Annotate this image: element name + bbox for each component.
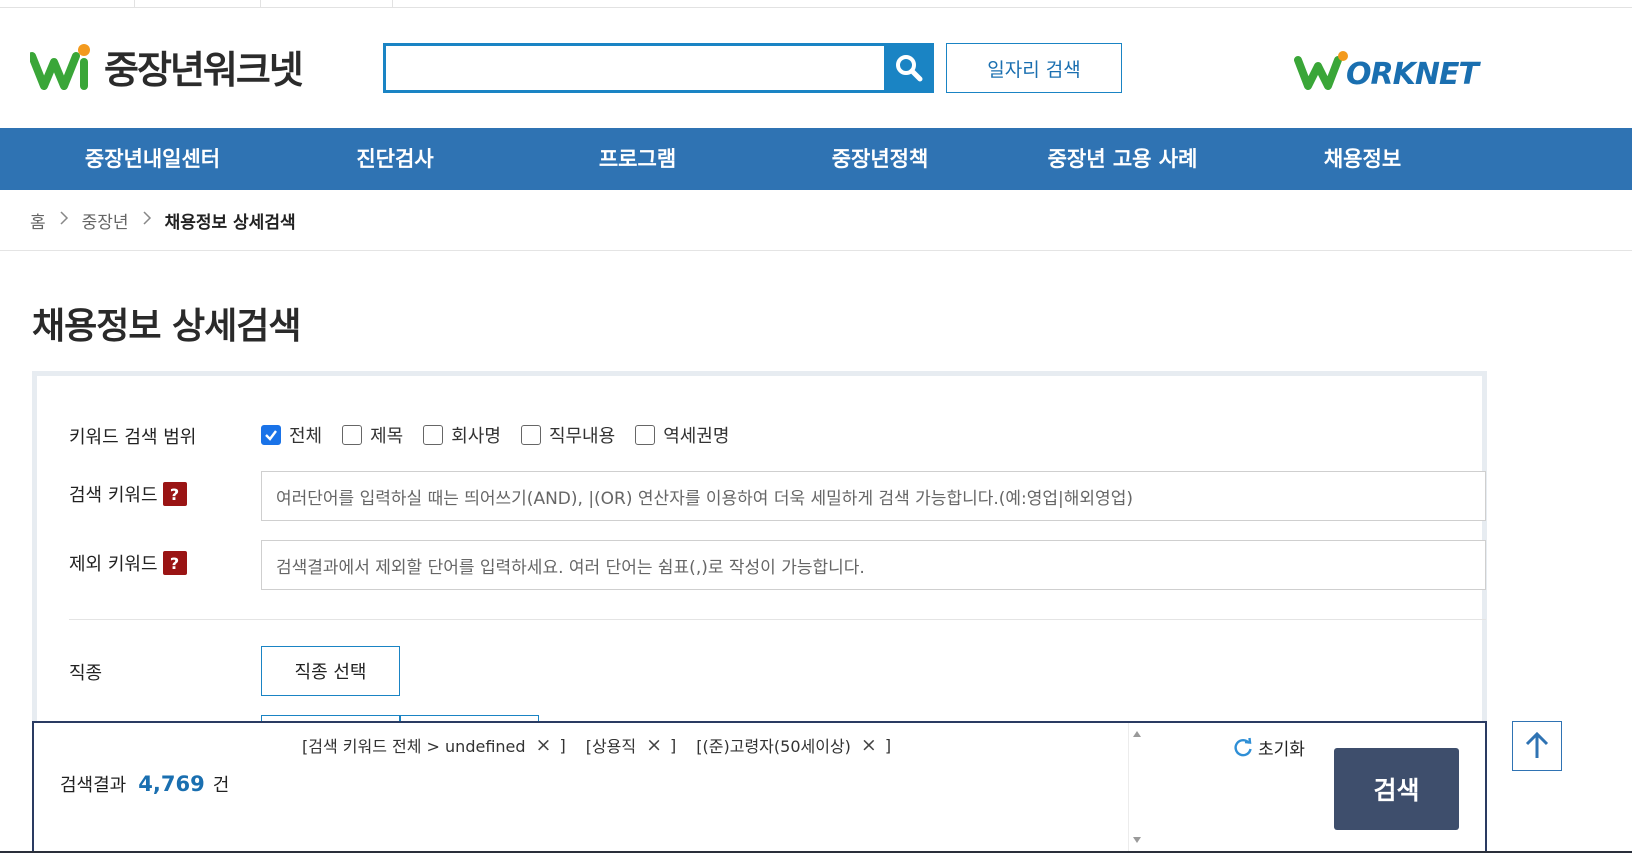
scope-option-duty[interactable]: 직무내용 — [520, 422, 616, 448]
utility-segment — [261, 0, 393, 8]
breadcrumb-divider — [0, 250, 1632, 251]
result-unit: 건 — [212, 775, 230, 796]
result-label: 검색결과 — [60, 775, 127, 796]
nav-item-diagnosis[interactable]: 진단검사 — [300, 128, 490, 190]
scope-option-station[interactable]: 역세권명 — [635, 422, 729, 448]
job-search-button[interactable]: 일자리 검색 — [946, 43, 1122, 93]
scope-label-text: 키워드 검색 범위 — [69, 427, 197, 448]
worknet-logo[interactable]: ORKNET — [1294, 50, 1479, 92]
tag-label: [검색 키워드 전체 > undefined — [302, 737, 526, 756]
utility-segment — [0, 0, 135, 8]
selected-tag: [상용직 × ] — [586, 733, 677, 757]
scroll-down-icon[interactable] — [1133, 837, 1141, 843]
tag-label: [(준)고령자(50세이상) — [696, 737, 851, 756]
tag-end: ] — [559, 735, 566, 755]
nav-item-policy[interactable]: 중장년정책 — [780, 128, 980, 190]
selected-tags: [검색 키워드 전체 > undefined × ] [상용직 × ] [(준)… — [302, 733, 911, 757]
scope-option-label: 회사명 — [451, 426, 501, 447]
selected-tag: [(준)고령자(50세이상) × ] — [696, 733, 891, 757]
exclude-label: 제외 키워드 ? — [69, 550, 187, 576]
reset-button[interactable]: 초기화 — [1232, 735, 1305, 760]
scope-option-label: 전체 — [289, 426, 323, 447]
refresh-icon — [1234, 737, 1252, 756]
scope-label: 키워드 검색 범위 — [69, 423, 196, 449]
scroll-top-button[interactable] — [1512, 721, 1562, 771]
nav-item-jobs[interactable]: 채용정보 — [1270, 128, 1455, 190]
scope-option-all[interactable]: 전체 — [261, 422, 322, 448]
close-icon[interactable]: × — [536, 734, 552, 756]
site-logo[interactable]: 중장년워크넷 — [28, 40, 304, 92]
checkbox-checked-icon[interactable] — [261, 425, 281, 445]
result-summary: 검색결과 4,769 건 — [60, 771, 229, 797]
breadcrumb-level1[interactable]: 중장년 — [82, 208, 129, 233]
worknet-text: ORKNET — [1346, 57, 1479, 92]
magnifier-icon — [896, 55, 923, 82]
selected-tag: [검색 키워드 전체 > undefined × ] — [302, 733, 566, 757]
page-title: 채용정보 상세검색 — [32, 306, 301, 347]
site-header: 중장년워크넷 일자리 검색 ORKNET — [0, 8, 1632, 128]
job-type-label-text: 직종 — [69, 663, 103, 684]
checkbox-icon[interactable] — [635, 425, 656, 445]
logo-text: 중장년워크넷 — [104, 47, 304, 92]
search-submit-button[interactable]: 검색 — [1334, 748, 1459, 830]
top-utility-strip — [0, 0, 1632, 8]
nav-item-program[interactable]: 프로그램 — [545, 128, 730, 190]
keyword-input[interactable]: 여러단어를 입력하실 때는 띄어쓰기(AND), |(OR) 연산자를 이용하여… — [261, 471, 1486, 521]
chevron-right-icon — [59, 210, 69, 231]
search-button[interactable] — [884, 43, 934, 93]
logo-mark-icon — [28, 42, 92, 90]
result-count: 4,769 — [138, 772, 205, 796]
form-divider — [69, 619, 1486, 620]
scope-checkbox-group: 전체 제목 회사명 직무내용 역세권명 — [261, 422, 749, 448]
scope-option-label: 직무내용 — [548, 426, 616, 447]
scope-option-label: 제목 — [370, 426, 404, 447]
nav-item-center[interactable]: 중장년내일센터 — [40, 128, 265, 190]
arrow-up-icon — [1525, 732, 1549, 758]
main-nav: 중장년내일센터 진단검사 프로그램 중장년정책 중장년 고용 사례 채용정보 — [0, 128, 1632, 190]
job-type-select-button[interactable]: 직종 선택 — [261, 646, 400, 696]
tag-label: [상용직 — [585, 737, 637, 756]
checkbox-icon[interactable] — [423, 425, 444, 445]
chevron-right-icon — [142, 210, 152, 231]
scroll-up-icon[interactable] — [1133, 731, 1141, 737]
close-icon[interactable]: × — [646, 734, 662, 756]
scope-option-company[interactable]: 회사명 — [423, 422, 501, 448]
exclude-label-text: 제외 키워드 — [69, 554, 158, 575]
breadcrumb-home[interactable]: 홈 — [30, 208, 46, 233]
search-input-field[interactable] — [386, 46, 884, 90]
help-icon[interactable]: ? — [162, 482, 187, 506]
breadcrumb: 홈 중장년 채용정보 상세검색 — [30, 190, 296, 250]
tag-end: ] — [884, 735, 892, 755]
checkbox-icon[interactable] — [342, 425, 363, 445]
tag-end: ] — [670, 735, 677, 755]
breadcrumb-current: 채용정보 상세검색 — [164, 212, 296, 233]
checkbox-icon[interactable] — [520, 425, 541, 445]
scope-option-label: 역세권명 — [663, 426, 730, 447]
search-input[interactable] — [383, 43, 884, 93]
tag-scrollbar[interactable] — [1128, 723, 1144, 851]
keyword-label-text: 검색 키워드 — [69, 485, 158, 506]
result-bar: [검색 키워드 전체 > undefined × ] [상용직 × ] [(준)… — [32, 721, 1487, 853]
keyword-label: 검색 키워드 ? — [69, 481, 187, 507]
reset-label: 초기화 — [1258, 740, 1305, 760]
nav-item-cases[interactable]: 중장년 고용 사례 — [1020, 128, 1225, 190]
scope-option-title[interactable]: 제목 — [342, 422, 403, 448]
worknet-w-icon — [1294, 50, 1350, 90]
utility-segment — [135, 0, 261, 8]
job-type-label: 직종 — [69, 659, 102, 685]
help-icon[interactable]: ? — [162, 551, 187, 575]
exclude-input[interactable]: 검색결과에서 제외할 단어를 입력하세요. 여러 단어는 쉼표(,)로 작성이 … — [261, 540, 1486, 590]
close-icon[interactable]: × — [861, 734, 877, 756]
